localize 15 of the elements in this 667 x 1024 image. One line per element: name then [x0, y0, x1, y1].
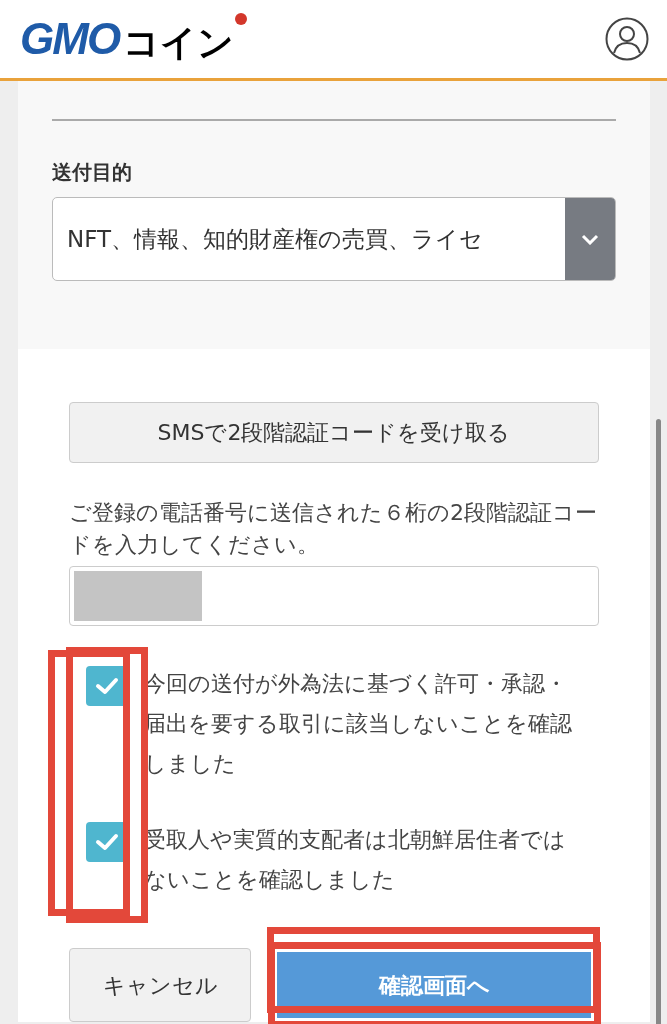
code-input-field[interactable] — [69, 566, 599, 626]
purpose-select[interactable]: NFT、情報、知的財産権の売買、ライセ — [52, 197, 616, 281]
code-instruction: ご登録の電話番号に送信された６桁の2段階認証コードを入力してください。 — [69, 499, 598, 559]
checkmark-icon — [95, 677, 119, 695]
field-label: 送付目的 — [52, 159, 133, 186]
cancel-button[interactable]: キャンセル — [69, 948, 251, 1022]
scrollbar[interactable] — [656, 419, 661, 1024]
logo-text: GMO — [20, 17, 120, 61]
logo-kana: コイン — [123, 25, 235, 61]
sms-code-button[interactable]: SMSで2段階認証コードを受け取る — [69, 402, 599, 463]
select-value: NFT、情報、知的財産権の売買、ライセ — [66, 224, 485, 254]
logo[interactable]: GMO コイン — [20, 17, 248, 61]
chevron-down-icon — [581, 233, 599, 245]
user-avatar-icon[interactable] — [605, 17, 649, 61]
checkmark-icon — [95, 833, 119, 851]
